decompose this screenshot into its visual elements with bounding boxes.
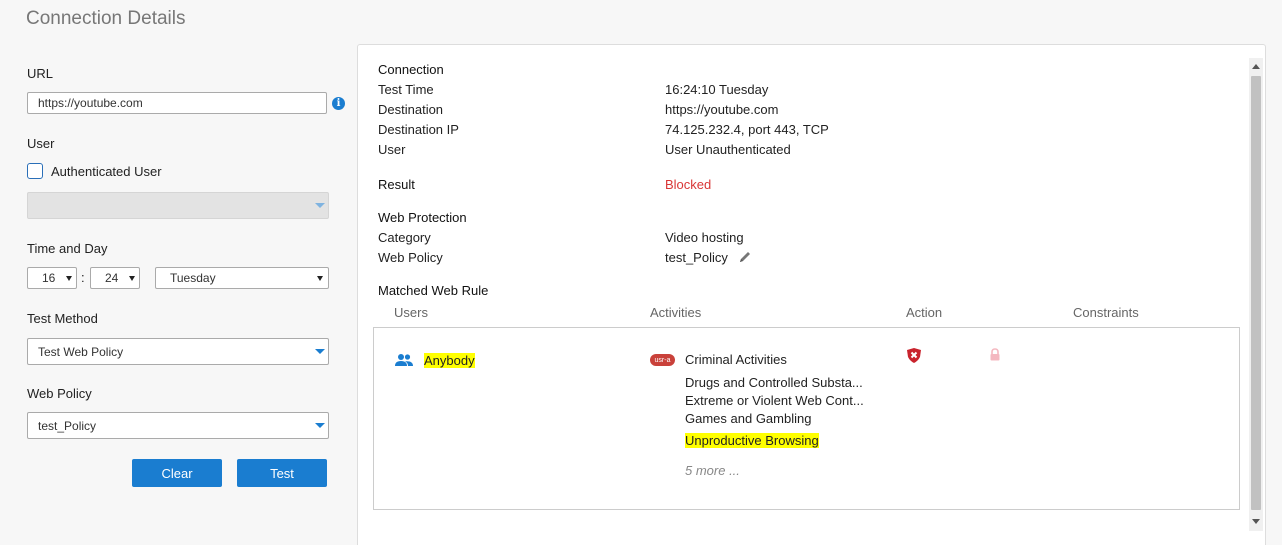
matched-rule-heading: Matched Web Rule: [378, 283, 489, 298]
users-icon: [395, 354, 413, 366]
block-shield-icon: [907, 348, 921, 363]
destination-ip-value: 74.125.232.4, port 443, TCP: [665, 122, 829, 137]
day-select[interactable]: Tuesday: [155, 267, 329, 289]
column-constraints: Constraints: [1073, 305, 1139, 320]
time-day-label: Time and Day: [27, 241, 108, 256]
activity-item: Drugs and Controlled Substa...: [685, 375, 863, 390]
test-time-value: 16:24:10 Tuesday: [665, 82, 769, 97]
test-method-value: Test Web Policy: [38, 344, 124, 359]
destination-key: Destination: [378, 102, 444, 117]
user-value: User Unauthenticated: [665, 142, 791, 157]
day-value: Tuesday: [170, 271, 216, 285]
chevron-down-icon: [129, 276, 135, 281]
test-method-select[interactable]: Test Web Policy: [27, 338, 329, 365]
minute-select[interactable]: 24: [90, 267, 140, 289]
more-activities-link[interactable]: 5 more ...: [685, 463, 740, 478]
url-input[interactable]: https://youtube.com: [27, 92, 327, 114]
destination-value: https://youtube.com: [665, 102, 779, 117]
minute-value: 24: [105, 271, 119, 285]
lock-icon: [990, 348, 1000, 361]
authenticated-user-label: Authenticated User: [51, 164, 162, 179]
test-method-label: Test Method: [27, 311, 98, 326]
test-time-key: Test Time: [378, 82, 434, 97]
url-input-value: https://youtube.com: [38, 96, 143, 110]
chevron-down-icon: [315, 203, 325, 208]
category-key: Category: [378, 230, 431, 245]
scroll-down-icon[interactable]: [1252, 519, 1260, 524]
hour-value: 16: [42, 271, 56, 285]
activity-item-highlighted: Unproductive Browsing: [685, 433, 819, 448]
chevron-down-icon: [315, 349, 325, 354]
user-label: User: [27, 136, 55, 151]
page-title: Connection Details: [26, 8, 186, 29]
activity-item: Games and Gambling: [685, 411, 812, 426]
column-activities: Activities: [650, 305, 702, 320]
user-key: User: [378, 142, 406, 157]
scrollbar-thumb[interactable]: [1251, 76, 1261, 510]
hour-select[interactable]: 16: [27, 267, 77, 289]
url-label: URL: [27, 66, 54, 81]
connection-heading: Connection: [378, 62, 444, 77]
web-policy-value: test_Policy: [38, 418, 97, 433]
web-policy-select[interactable]: test_Policy: [27, 412, 329, 439]
web-policy-result-value: test_Policy: [665, 250, 728, 265]
web-policy-key: Web Policy: [378, 250, 443, 265]
info-icon[interactable]: i: [332, 97, 345, 110]
web-protection-heading: Web Protection: [378, 210, 467, 225]
time-colon: :: [81, 270, 85, 285]
authenticated-user-checkbox[interactable]: [27, 163, 43, 179]
web-policy-label: Web Policy: [27, 386, 92, 401]
chevron-down-icon: [317, 276, 323, 281]
rule-user-name[interactable]: Anybody: [424, 353, 475, 368]
clear-button[interactable]: Clear: [132, 459, 222, 487]
user-select: [27, 192, 329, 219]
test-button[interactable]: Test: [237, 459, 327, 487]
user-activity-badge: usr-a: [650, 354, 675, 366]
activity-item: Criminal Activities: [685, 352, 787, 367]
category-value: Video hosting: [665, 230, 744, 245]
destination-ip-key: Destination IP: [378, 122, 459, 137]
column-action: Action: [906, 305, 943, 320]
result-value: Blocked: [665, 177, 712, 192]
scroll-up-icon[interactable]: [1252, 64, 1260, 69]
chevron-down-icon: [315, 423, 325, 428]
activity-item: Extreme or Violent Web Cont...: [685, 393, 864, 408]
chevron-down-icon: [66, 276, 72, 281]
column-users: Users: [394, 305, 428, 320]
pencil-icon[interactable]: [738, 250, 752, 264]
result-label: Result: [378, 177, 415, 192]
